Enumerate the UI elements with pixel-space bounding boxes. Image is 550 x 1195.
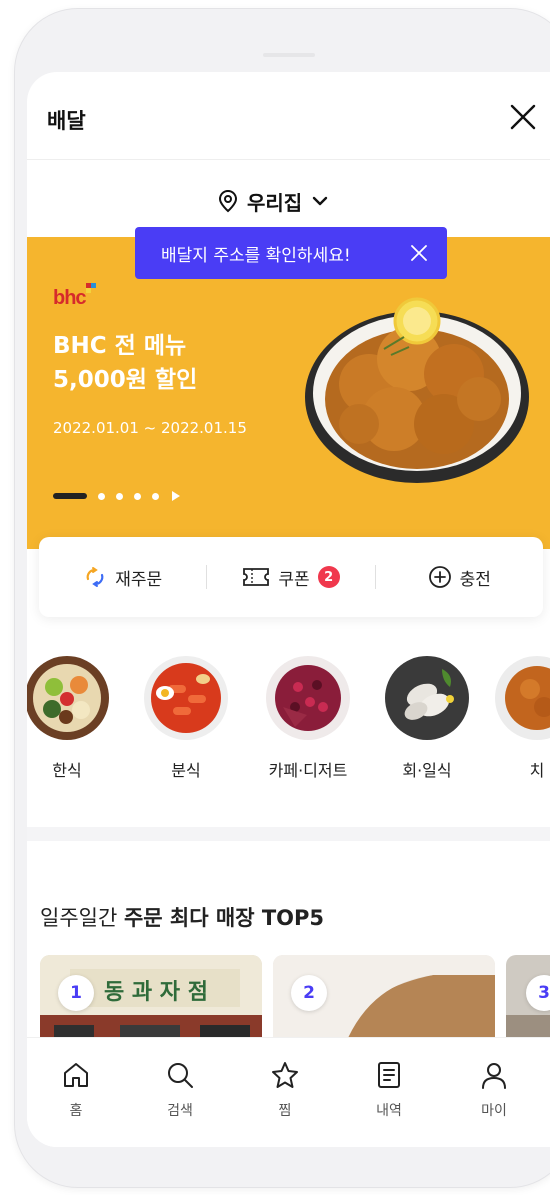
fried-chicken-image <box>305 297 529 483</box>
search-icon <box>168 1063 193 1088</box>
banner-period: 2022.01.01 ~ 2022.01.15 <box>53 419 247 437</box>
cake-image <box>266 656 350 740</box>
home-icon <box>64 1063 88 1087</box>
banner-title: BHC 전 메뉴 5,000원 할인 <box>53 333 198 393</box>
section-divider <box>27 827 550 841</box>
reorder-button[interactable]: 재주문 <box>39 537 206 617</box>
rank-badge: 1 <box>58 975 94 1011</box>
play-icon[interactable] <box>172 491 180 501</box>
orders-icon <box>378 1062 400 1088</box>
header: 배달 <box>27 72 550 160</box>
pager-current <box>53 493 87 499</box>
address-tooltip: 배달지 주소를 확인하세요! <box>135 227 447 279</box>
reorder-icon <box>86 567 104 587</box>
pager-dot <box>134 492 141 500</box>
page-title: 배달 <box>47 109 86 133</box>
nav-orders[interactable]: 내역 <box>349 1060 429 1120</box>
charge-button[interactable]: 충전 <box>376 537 543 617</box>
category-korean[interactable]: 한식 <box>27 655 122 781</box>
app-screen: 배달 우리집 bhc BHC 전 메뉴 5,000원 할인 2022.01.01… <box>27 72 550 1147</box>
location-pin-icon <box>218 189 238 213</box>
brand-logo: bhc <box>53 283 96 310</box>
pager-dot <box>152 492 159 500</box>
category-sashimi[interactable]: 회·일식 <box>372 655 482 781</box>
promo-banner[interactable]: bhc BHC 전 메뉴 5,000원 할인 2022.01.01 ~ 2022… <box>27 237 550 549</box>
nav-favorites[interactable]: 찜 <box>245 1060 325 1120</box>
quick-actions: 재주문 쿠폰 2 충전 <box>39 537 543 617</box>
pager-dot <box>116 492 123 500</box>
nav-my[interactable]: 마이 <box>454 1060 534 1120</box>
coupon-count-badge: 2 <box>317 566 340 588</box>
tteokbokki-image <box>144 656 228 740</box>
location-selector[interactable]: 우리집 <box>217 184 330 218</box>
location-label: 우리집 <box>247 190 303 215</box>
plus-circle-icon <box>428 566 451 588</box>
pager-dot <box>98 492 105 500</box>
chevron-down-icon <box>313 196 328 206</box>
brand-logo-mark <box>85 283 96 293</box>
sashimi-image <box>385 656 469 740</box>
rank-badge: 2 <box>291 975 327 1011</box>
tooltip-close-icon[interactable] <box>409 243 429 263</box>
chicken-image <box>495 656 550 740</box>
close-icon[interactable] <box>506 100 540 134</box>
banner-pager[interactable] <box>53 491 180 501</box>
category-chicken[interactable]: 치 <box>482 655 550 781</box>
nav-home[interactable]: 홈 <box>36 1060 116 1120</box>
bibimbap-image <box>27 656 109 740</box>
coupon-icon <box>243 568 270 586</box>
star-icon <box>272 1062 298 1088</box>
nav-search[interactable]: 검색 <box>140 1060 220 1120</box>
category-list: 한식 분식 카페·디저트 회·일식 치 <box>27 655 550 785</box>
tooltip-text: 배달지 주소를 확인하세요! <box>161 245 351 266</box>
user-icon <box>482 1063 506 1089</box>
bottom-nav: 홈 검색 찜 내역 마이 <box>27 1037 550 1147</box>
top5-section-title: 일주일간 주문 최다 매장 TOP5 <box>40 906 325 930</box>
category-cafe-dessert[interactable]: 카페·디저트 <box>253 655 363 781</box>
device-speaker <box>263 53 315 57</box>
coupon-button[interactable]: 쿠폰 2 <box>207 537 374 617</box>
store-1-sign: 동 과 자 점 <box>104 980 208 1005</box>
category-snack[interactable]: 분식 <box>131 655 241 781</box>
